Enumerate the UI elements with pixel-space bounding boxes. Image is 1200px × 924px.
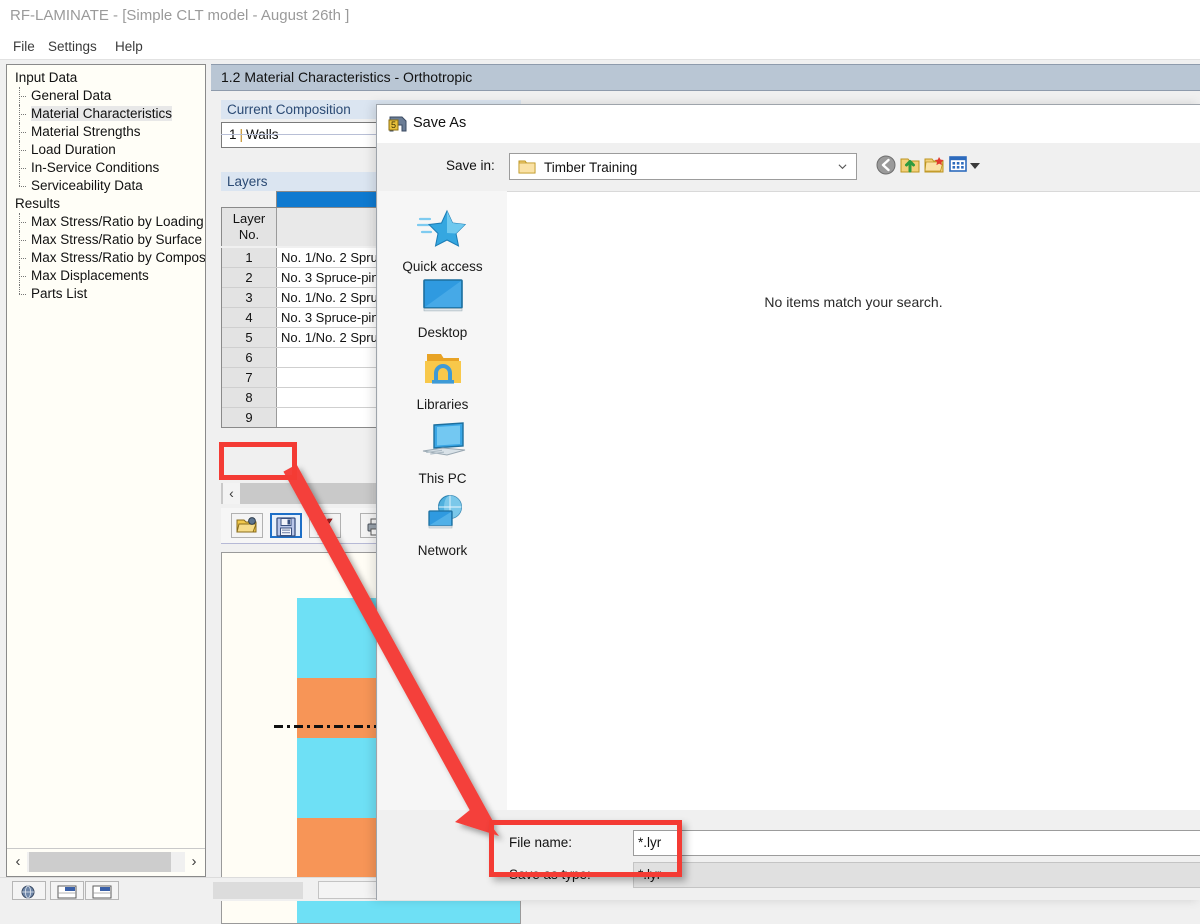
cell-layer-no: 6 — [222, 348, 277, 367]
cell-layer-no: 4 — [222, 308, 277, 327]
view-table-button[interactable] — [50, 881, 84, 900]
save-in-bar: Save in: Timber Training — [377, 143, 1200, 191]
cell-layer-no: 3 — [222, 288, 277, 307]
view-options-icon[interactable] — [949, 154, 980, 178]
place-this-pc[interactable]: This PC — [378, 421, 507, 486]
tree-item-serviceability-data[interactable]: Serviceability Data — [7, 177, 205, 195]
detail-view-icon — [92, 885, 112, 899]
save-as-type-row: Save as type: *.lyr — [377, 862, 1200, 890]
back-navigation-icon[interactable] — [875, 154, 899, 178]
places-bar: Quick access Desktop Libraries This PC N… — [378, 191, 508, 810]
create-new-folder-icon[interactable] — [923, 154, 947, 178]
star-icon — [416, 209, 466, 247]
tree-item-max-stress-ratio-by-surface[interactable]: Max Stress/Ratio by Surface — [7, 231, 205, 249]
this-pc-icon — [422, 422, 465, 456]
menu-item-help[interactable]: Help — [108, 37, 150, 56]
cell-layer-no: 5 — [222, 328, 277, 347]
file-list-view[interactable]: No items match your search. — [507, 191, 1200, 810]
save-as-type-select[interactable]: *.lyr — [633, 862, 1200, 888]
file-name-input[interactable]: *.lyr — [633, 830, 1200, 856]
save-in-combobox[interactable]: Timber Training — [509, 153, 857, 180]
cell-layer-no: 8 — [222, 388, 277, 407]
tree-item-parts-list[interactable]: Parts List — [7, 285, 205, 303]
save-in-value: Timber Training — [544, 160, 638, 175]
layers-scroll-left-arrow-icon[interactable]: ‹ — [223, 483, 240, 504]
tree-item-load-duration[interactable]: Load Duration — [7, 141, 205, 159]
chevron-down-icon[interactable] — [838, 162, 847, 171]
floppy-disk-save-icon — [276, 517, 296, 537]
scrollbar-thumb[interactable] — [29, 852, 171, 872]
globe-icon — [21, 885, 35, 899]
place-quick-access[interactable]: Quick access — [378, 205, 507, 274]
place-label: This PC — [418, 471, 467, 486]
tree-item-material-strengths[interactable]: Material Strengths — [7, 123, 205, 141]
place-label: Libraries — [416, 397, 469, 412]
place-libraries[interactable]: Libraries — [378, 349, 507, 412]
menu-item-settings[interactable]: Settings — [41, 37, 104, 56]
save-as-app-icon: 5 — [388, 116, 407, 132]
tree-item-max-displacements[interactable]: Max Displacements — [7, 267, 205, 285]
cell-layer-no: 7 — [222, 368, 277, 387]
cell-layer-no: 9 — [222, 408, 277, 427]
tree-horizontal-scrollbar[interactable]: ‹ › — [7, 848, 205, 876]
navigation-tree-panel: Input Data General Data Material Charact… — [6, 64, 206, 877]
tree-item-material-characteristics[interactable]: Material Characteristics — [7, 105, 205, 123]
scroll-right-arrow-icon[interactable]: › — [185, 849, 203, 875]
tree-group-results[interactable]: Results — [7, 195, 205, 213]
tree-item-general-data[interactable]: General Data — [7, 87, 205, 105]
view-detail-button[interactable] — [85, 881, 119, 900]
tree-item-in-service-conditions[interactable]: In-Service Conditions — [7, 159, 205, 177]
place-label: Desktop — [417, 325, 468, 340]
place-desktop[interactable]: Desktop — [378, 277, 507, 340]
save-as-type-label: Save as type: — [509, 867, 591, 882]
table-view-icon — [57, 885, 77, 899]
save-as-dialog: 5 Save As Save in: Timber Training Quick… — [376, 104, 1200, 900]
menu-bar: File Settings Help — [0, 32, 1200, 60]
scroll-left-arrow-icon[interactable]: ‹ — [9, 849, 27, 875]
panel-title: 1.2 Material Characteristics - Orthotrop… — [221, 69, 473, 85]
save-button[interactable] — [270, 513, 302, 538]
navigation-tree: Input Data General Data Material Charact… — [7, 65, 205, 848]
menu-item-file[interactable]: File — [6, 37, 42, 56]
red-x-delete-icon — [317, 518, 333, 535]
network-globe-icon — [427, 495, 462, 529]
globe-button[interactable] — [12, 881, 46, 900]
svg-text:5: 5 — [391, 120, 396, 130]
folder-icon — [518, 160, 536, 174]
panel-header: 1.2 Material Characteristics - Orthotrop… — [211, 64, 1200, 91]
libraries-folder-icon — [424, 354, 461, 384]
chevron-down-icon[interactable] — [970, 162, 980, 170]
load-button[interactable] — [231, 513, 263, 538]
cell-layer-no: 1 — [222, 248, 277, 267]
dialog-title: Save As — [413, 115, 467, 131]
tree-group-input-data[interactable]: Input Data — [7, 69, 205, 87]
file-name-row: File name: *.lyr — [377, 830, 1200, 858]
place-label: Quick access — [402, 259, 483, 274]
file-name-label: File name: — [509, 835, 573, 850]
tree-item-max-stress-ratio-by-composition[interactable]: Max Stress/Ratio by Composition — [7, 249, 205, 267]
place-network[interactable]: Network — [378, 493, 507, 558]
up-one-level-icon[interactable] — [899, 154, 923, 178]
window-title: RF-LAMINATE - [Simple CLT model - August… — [10, 7, 350, 24]
delete-button[interactable] — [309, 513, 341, 538]
desktop-icon — [422, 279, 463, 312]
dialog-titlebar: 5 Save As — [377, 105, 1200, 143]
column-header-layer-no: Layer No. — [222, 208, 277, 246]
cell-layer-no: 2 — [222, 268, 277, 287]
status-field-left — [213, 882, 303, 899]
tree-item-max-stress-ratio-by-loading[interactable]: Max Stress/Ratio by Loading — [7, 213, 205, 231]
open-folder-icon — [236, 517, 257, 533]
empty-list-message: No items match your search. — [764, 294, 943, 310]
dialog-bottom-fields: File name: *.lyr Save as type: *.lyr — [377, 810, 1200, 900]
place-label: Network — [417, 543, 468, 558]
save-in-label: Save in: — [446, 158, 495, 173]
window-titlebar: RF-LAMINATE - [Simple CLT model - August… — [0, 0, 1200, 32]
